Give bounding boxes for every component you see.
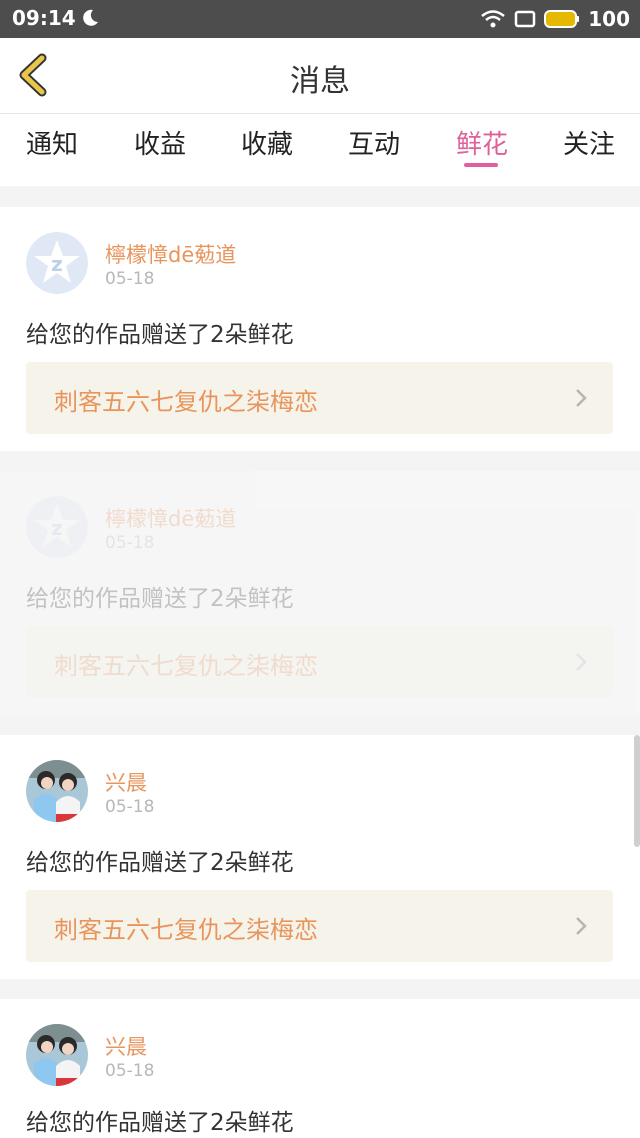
work-title: 刺客五六七复仇之柒梅恋 [54,388,318,416]
chevron-right-icon [576,653,587,671]
work-link[interactable]: 刺客五六七复仇之柒梅恋 [26,890,613,962]
battery-icon [544,10,580,28]
work-title: 刺客五六七复仇之柒梅恋 [54,916,318,944]
work-title: 刺客五六七复仇之柒梅恋 [54,652,318,680]
message-date: 05-18 [105,1061,155,1081]
screen-icon [515,10,536,28]
message-text: 给您的作品赠送了2朵鲜花 [26,586,294,612]
message-text: 给您的作品赠送了2朵鲜花 [26,850,294,876]
battery-percent: 100 [588,7,630,31]
message-date: 05-18 [105,797,155,817]
work-link[interactable]: 刺客五六七复仇之柒梅恋 [26,362,613,434]
message-card: 兴晨 05-18 给您的作品赠送了2朵鲜花 [0,999,640,1138]
user-photo-avatar[interactable] [26,1024,88,1086]
message-text: 给您的作品赠送了2朵鲜花 [26,322,294,348]
sender-name[interactable]: 檸檬慞dē葂道 [105,239,236,269]
wifi-icon [481,10,506,28]
tab-follow[interactable]: 关注 [563,124,615,161]
scrollbar[interactable] [634,735,640,847]
tab-notifications[interactable]: 通知 [26,124,78,161]
svg-text:z: z [51,516,63,540]
nav-bar: 消息 [0,38,640,114]
moon-icon [83,9,98,26]
svg-text:z: z [51,252,63,276]
user-photo-avatar[interactable] [26,760,88,822]
tab-bar: 通知 收益 收藏 互动 鲜花 关注 [0,114,640,186]
message-card: 兴晨 05-18 给您的作品赠送了2朵鲜花 刺客五六七复仇之柒梅恋 [0,735,640,979]
sender-name[interactable]: 兴晨 [105,767,147,797]
active-tab-indicator [464,163,498,167]
message-date: 05-18 [105,269,155,289]
default-avatar-icon: z [26,232,88,294]
chevron-right-icon [576,389,587,407]
sender-name[interactable]: 兴晨 [105,1031,147,1061]
page-title: 消息 [290,64,350,99]
message-card: z 檸檬慞dē葂道 05-18 给您的作品赠送了2朵鲜花 刺客五六七复仇之柒梅恋 [0,207,640,451]
default-avatar-icon: z [26,496,88,558]
tab-favorites[interactable]: 收藏 [241,124,293,161]
message-card: z 檸檬慞dē葂道 05-18 给您的作品赠送了2朵鲜花 刺客五六七复仇之柒梅恋 [0,471,640,715]
sender-name[interactable]: 檸檬慞dē葂道 [105,503,236,533]
work-link[interactable]: 刺客五六七复仇之柒梅恋 [26,626,613,698]
chevron-right-icon [576,917,587,935]
message-text: 给您的作品赠送了2朵鲜花 [26,1110,294,1136]
status-time: 09:14 [12,6,76,30]
status-bar: 09:14 100 [0,0,640,38]
tab-interactions[interactable]: 互动 [348,124,400,161]
tab-earnings[interactable]: 收益 [134,124,186,161]
tab-flowers[interactable]: 鲜花 [456,124,508,161]
message-date: 05-18 [105,533,155,553]
status-icons: 100 [480,6,630,32]
